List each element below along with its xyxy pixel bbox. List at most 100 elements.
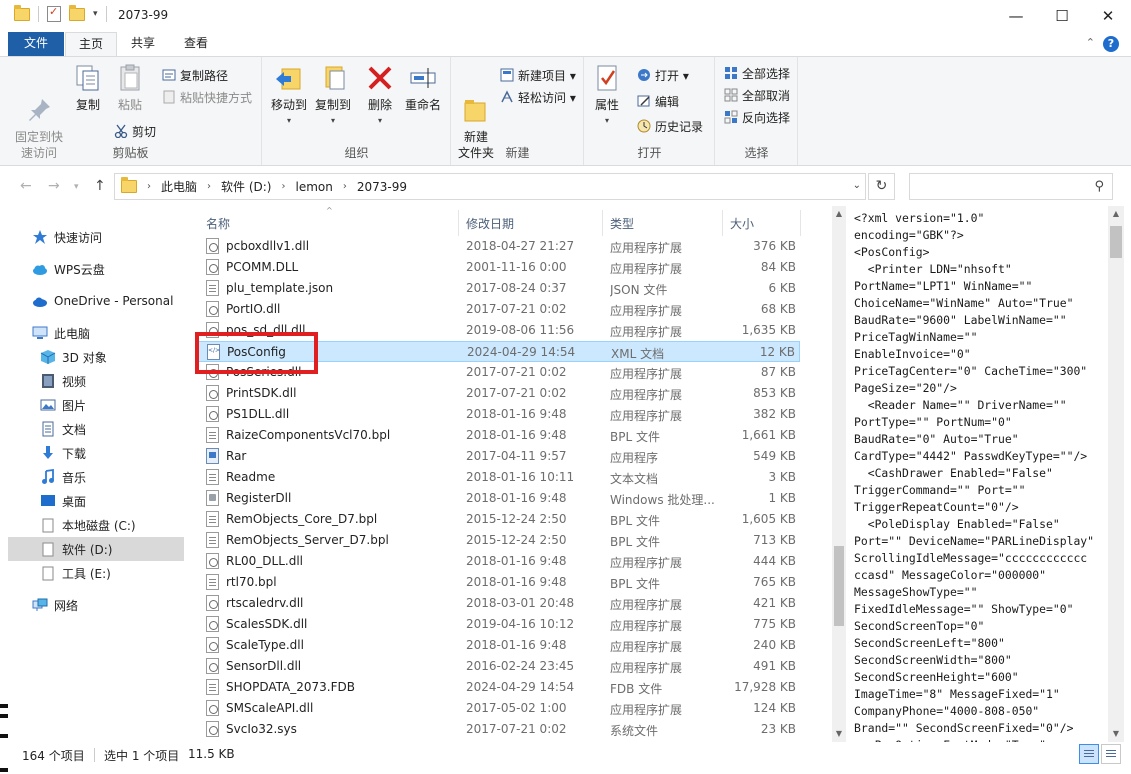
customize-toolbar-chevron-icon[interactable]: ▾	[93, 9, 98, 19]
file-row[interactable]: SHOPDATA_2073.FDB 2024-04-29 14:54 FDB 文件 1…	[196, 677, 800, 698]
edit-button[interactable]: 编辑	[637, 91, 679, 111]
tab-share[interactable]: 共享	[119, 32, 167, 56]
file-row[interactable]: PrintSDK.dll 2017-07-21 0:02 应用程序扩展 853 KB	[196, 383, 800, 404]
paste-shortcut-button[interactable]: 粘贴快捷方式	[162, 87, 252, 107]
address-history-chevron-icon[interactable]: ⌄	[853, 180, 861, 191]
column-header-size[interactable]: 大小	[730, 215, 790, 235]
file-row[interactable]: rtl70.bpl 2018-01-16 9:48 BPL 文件 765 KB	[196, 572, 800, 593]
new-item-button[interactable]: 新建项目 ▾	[500, 65, 576, 85]
column-header-name[interactable]: 名称	[206, 215, 456, 235]
scroll-down-icon[interactable]: ▼	[1108, 726, 1124, 742]
file-row[interactable]: PS1DLL.dll 2018-01-16 9:48 应用程序扩展 382 KB	[196, 404, 800, 425]
file-row[interactable]: SvcIo32.sys 2017-07-21 0:02 系统文件 23 KB	[196, 719, 800, 740]
history-button[interactable]: 历史记录	[637, 116, 703, 136]
nav-pictures[interactable]: 图片	[40, 393, 216, 417]
nav-drive-e[interactable]: 工具 (E:)	[40, 561, 216, 585]
close-button[interactable]: ✕	[1085, 0, 1131, 32]
file-row[interactable]: PCOMM.DLL 2001-11-16 0:00 应用程序扩展 84 KB	[196, 257, 800, 278]
large-icons-view-icon[interactable]	[1101, 744, 1121, 764]
file-row[interactable]: plu_template.json 2017-08-24 0:37 JSON 文件 6…	[196, 278, 800, 299]
nav-downloads[interactable]: 下载	[40, 441, 216, 465]
nav-network[interactable]: 网络	[32, 593, 208, 617]
preview-scrollbar[interactable]: ▲ ▼	[1108, 206, 1124, 742]
file-row[interactable]: Readme 2018-01-16 10:11 文本文档 3 KB	[196, 467, 800, 488]
copy-path-button[interactable]: 复制路径	[162, 65, 228, 85]
nav-3d-objects[interactable]: 3D 对象	[40, 345, 216, 369]
tab-file[interactable]: 文件	[8, 32, 64, 56]
file-row[interactable]: pcboxdllv1.dll 2018-04-27 21:27 应用程序扩展 376 …	[196, 236, 800, 257]
move-to-button[interactable]: 移动到 ▾	[267, 63, 311, 129]
nav-onedrive[interactable]: OneDrive - Personal	[32, 289, 208, 313]
file-row[interactable]: SMScaleAPI.dll 2017-05-02 1:00 应用程序扩展 124 K…	[196, 698, 800, 719]
breadcrumb-separator-icon[interactable]: ›	[343, 181, 347, 192]
scroll-thumb[interactable]	[834, 546, 844, 626]
file-row[interactable]: RaizeComponentsVcl70.bpl 2018-01-16 9:48 B…	[196, 425, 800, 446]
tab-home[interactable]: 主页	[65, 32, 117, 56]
file-list-scrollbar[interactable]: ▲ ▼	[832, 206, 846, 742]
breadcrumb-lemon[interactable]: lemon	[295, 180, 332, 194]
column-divider[interactable]	[800, 210, 801, 236]
column-header-type[interactable]: 类型	[610, 215, 710, 235]
column-divider[interactable]	[458, 210, 459, 236]
copy-button[interactable]: 复制	[70, 63, 106, 113]
file-row[interactable]: RemObjects_Server_D7.bpl 2015-12-24 2:50 B…	[196, 530, 800, 551]
paste-button[interactable]: 粘贴	[110, 63, 150, 113]
delete-button[interactable]: 删除 ▾	[363, 63, 397, 129]
maximize-button[interactable]: ☐	[1039, 0, 1085, 32]
details-view-icon[interactable]	[1079, 744, 1099, 764]
address-bar[interactable]: › 此电脑 › 软件 (D:) › lemon › 2073-99 ⌄	[114, 173, 866, 200]
column-divider[interactable]	[602, 210, 603, 236]
file-row[interactable]: SensorDll.dll 2016-02-24 23:45 应用程序扩展 491 K…	[196, 656, 800, 677]
scroll-up-icon[interactable]: ▲	[1108, 206, 1124, 222]
scroll-down-icon[interactable]: ▼	[832, 726, 846, 742]
back-arrow-icon[interactable]: ←	[20, 178, 32, 194]
nav-drive-c[interactable]: 本地磁盘 (C:)	[40, 513, 216, 537]
invert-selection-button[interactable]: 反向选择	[724, 107, 790, 127]
breadcrumb-this-pc[interactable]: 此电脑	[161, 178, 197, 195]
file-row[interactable]: RL00_DLL.dll 2018-01-16 9:48 应用程序扩展 444 KB	[196, 551, 800, 572]
file-row[interactable]: RegisterDll 2018-01-16 9:48 Windows 批处理...…	[196, 488, 800, 509]
up-arrow-icon[interactable]: ↑	[94, 178, 106, 194]
file-row[interactable]: ScaleType.dll 2018-01-16 9:48 应用程序扩展 240 KB	[196, 635, 800, 656]
nav-quick-access[interactable]: 快速访问	[32, 225, 208, 249]
column-header-date[interactable]: 修改日期	[466, 215, 596, 235]
rename-button[interactable]: 重命名	[401, 63, 445, 113]
new-folder-icon[interactable]	[69, 4, 85, 21]
properties-button[interactable]: 属性 ▾	[591, 63, 623, 129]
open-button[interactable]: 打开 ▾	[637, 65, 689, 85]
help-icon[interactable]: ?	[1103, 36, 1119, 52]
file-row[interactable]: ScalesSDK.dll 2019-04-16 10:12 应用程序扩展 775 K…	[196, 614, 800, 635]
file-row[interactable]: PosConfig 2024-04-29 14:54 XML 文档 12 KB	[196, 341, 800, 362]
column-divider[interactable]	[722, 210, 723, 236]
file-row[interactable]: pos_sd_dll.dll 2019-08-06 11:56 应用程序扩展 1,63…	[196, 320, 800, 341]
nav-videos[interactable]: 视频	[40, 369, 216, 393]
nav-drive-d[interactable]: 软件 (D:)	[8, 537, 184, 561]
easy-access-button[interactable]: 轻松访问 ▾	[500, 87, 576, 107]
breadcrumb-separator-icon[interactable]: ›	[207, 181, 211, 192]
file-row[interactable]: rtscaledrv.dll 2018-03-01 20:48 应用程序扩展 421 …	[196, 593, 800, 614]
file-row[interactable]: Rar 2017-04-11 9:57 应用程序 549 KB	[196, 446, 800, 467]
select-all-button[interactable]: 全部选择	[724, 63, 790, 83]
scroll-thumb[interactable]	[1110, 226, 1122, 258]
nav-documents[interactable]: 文档	[40, 417, 216, 441]
search-box[interactable]: ⚲	[909, 173, 1113, 200]
select-none-button[interactable]: 全部取消	[724, 85, 790, 105]
copy-to-button[interactable]: 复制到 ▾	[311, 63, 355, 129]
nav-wps-cloud[interactable]: WPS云盘	[32, 257, 208, 281]
breadcrumb-separator-icon[interactable]: ›	[281, 181, 285, 192]
breadcrumb-drive-d[interactable]: 软件 (D:)	[221, 178, 271, 195]
file-row[interactable]: PosSeries.dll 2017-07-21 0:02 应用程序扩展 87 KB	[196, 362, 800, 383]
nav-desktop[interactable]: 桌面	[40, 489, 216, 513]
forward-arrow-icon[interactable]: →	[48, 178, 60, 194]
scroll-up-icon[interactable]: ▲	[832, 206, 846, 222]
file-row[interactable]: RemObjects_Core_D7.bpl 2015-12-24 2:50 BPL…	[196, 509, 800, 530]
tab-view[interactable]: 查看	[170, 32, 222, 56]
minimize-button[interactable]: —	[993, 0, 1039, 32]
properties-icon[interactable]	[47, 5, 61, 22]
refresh-button[interactable]: ↻	[868, 173, 895, 200]
collapse-ribbon-icon[interactable]: ⌃	[1086, 36, 1095, 49]
cut-button[interactable]: 剪切	[114, 121, 156, 141]
nav-music[interactable]: 音乐	[40, 465, 216, 489]
breadcrumb-current[interactable]: 2073-99	[357, 180, 407, 194]
nav-this-pc[interactable]: 此电脑	[32, 321, 208, 345]
